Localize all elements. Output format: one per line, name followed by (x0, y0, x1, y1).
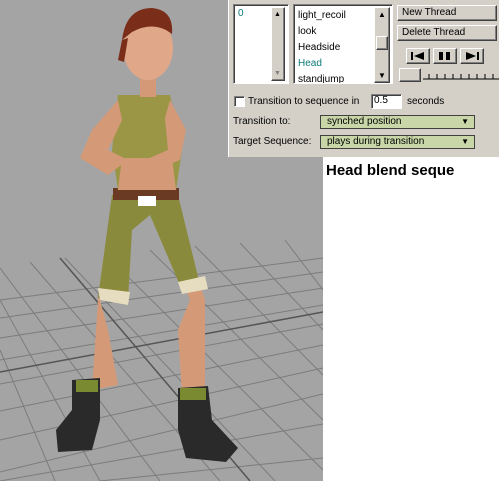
list-item[interactable]: standjump (298, 74, 344, 83)
transition-duration-value: 0.5 (374, 95, 388, 106)
list-item[interactable]: light_recoil (298, 10, 346, 22)
chevron-down-icon: ▼ (461, 137, 469, 146)
transition-checkbox[interactable] (234, 96, 245, 107)
thread-list-scrollbar[interactable]: ▲ ▼ (271, 7, 285, 81)
timeline-ticks (423, 74, 499, 80)
scroll-up-icon[interactable]: ▲ (378, 11, 386, 19)
scroll-up-icon[interactable]: ▲ (274, 11, 281, 19)
transition-duration-input[interactable]: 0.5 (371, 94, 402, 109)
list-item[interactable]: Headside (298, 42, 340, 54)
step-forward-button[interactable] (460, 48, 484, 64)
sequence-list-scrollbar[interactable]: ▲ ▼ (374, 7, 390, 83)
scroll-down-icon[interactable]: ▼ (274, 70, 281, 78)
delete-thread-label: Delete Thread (402, 27, 466, 38)
list-item-selected[interactable]: Head (298, 58, 322, 70)
scroll-down-icon[interactable]: ▼ (378, 72, 386, 80)
pause-button[interactable] (433, 48, 457, 64)
step-back-icon (411, 52, 424, 60)
new-thread-label: New Thread (402, 7, 457, 18)
pause-icon (439, 52, 450, 60)
seconds-label: seconds (407, 96, 445, 107)
chevron-down-icon: ▼ (461, 117, 469, 126)
new-thread-button[interactable]: New Thread (397, 5, 497, 21)
transition-to-label: Transition to: (233, 116, 291, 127)
caption-heading: Head blend seque (326, 162, 455, 179)
timeline-slider[interactable] (399, 68, 499, 84)
target-sequence-label: Target Sequence: (233, 136, 312, 147)
transition-to-dropdown[interactable]: synched position ▼ (320, 115, 475, 129)
step-back-button[interactable] (406, 48, 430, 64)
list-item[interactable]: look (298, 26, 316, 38)
transition-to-value: synched position (327, 116, 402, 127)
target-sequence-dropdown[interactable]: plays during transition ▼ (320, 135, 475, 149)
scroll-thumb[interactable] (376, 36, 388, 50)
step-forward-icon (466, 52, 479, 60)
transition-checkbox-label: Transition to sequence in (248, 96, 360, 107)
list-item[interactable]: 0 (238, 8, 244, 20)
delete-thread-button[interactable]: Delete Thread (397, 25, 497, 41)
sequence-list[interactable]: light_recoil look Headside Head standjum… (293, 4, 393, 84)
target-sequence-value: plays during transition (327, 136, 425, 147)
thread-list[interactable]: 0 ▲ ▼ (233, 4, 289, 84)
thread-panel: 0 ▲ ▼ light_recoil look Headside Head st… (228, 0, 499, 157)
